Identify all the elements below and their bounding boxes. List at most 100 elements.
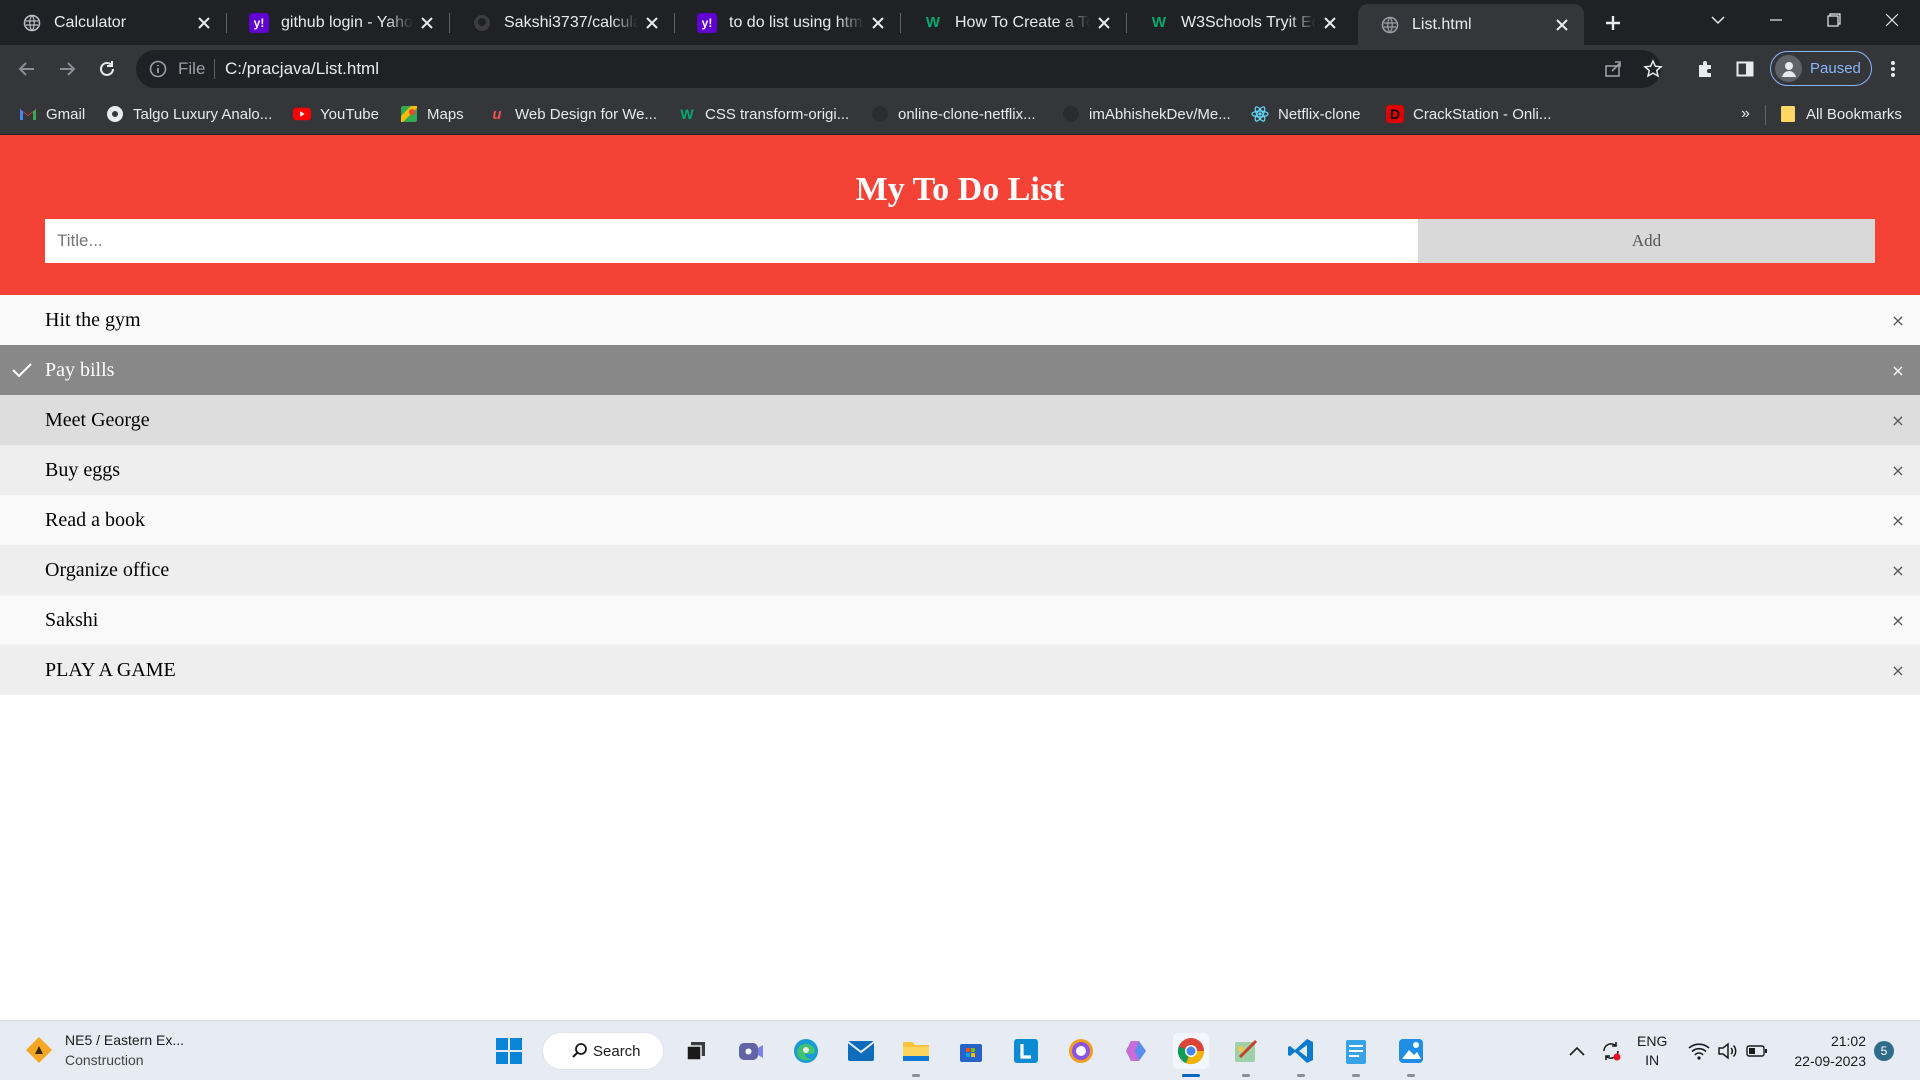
bookmark-web-design[interactable]: u Web Design for We... [488, 102, 657, 126]
language-indicator[interactable]: ENG IN [1637, 1021, 1667, 1080]
close-icon[interactable]: × [1884, 556, 1912, 584]
bookmark-crackstation[interactable]: D CrackStation - Onli... [1386, 102, 1551, 126]
windows-taskbar: NE5 / Eastern Ex... Construction Search … [0, 1020, 1920, 1080]
todo-item[interactable]: PLAY A GAME × [0, 645, 1920, 695]
bookmark-maps[interactable]: Maps [400, 102, 464, 126]
edge-icon[interactable] [788, 1033, 824, 1069]
bookmarks-overflow-button[interactable]: » [1741, 102, 1750, 126]
todo-title-input[interactable] [45, 219, 1418, 263]
close-icon[interactable]: × [1884, 506, 1912, 534]
todo-item[interactable]: Sakshi × [0, 595, 1920, 645]
react-icon [1251, 105, 1269, 123]
extensions-icon[interactable] [1689, 53, 1721, 85]
tab-close-icon[interactable] [864, 9, 892, 37]
notepad-icon[interactable] [1338, 1033, 1374, 1069]
volume-icon[interactable] [1717, 1021, 1739, 1080]
bookmark-gmail[interactable]: Gmail [19, 102, 85, 126]
photos-icon[interactable] [1393, 1033, 1429, 1069]
app-circle-icon[interactable] [1063, 1033, 1099, 1069]
clock-time: 21:02 [1830, 1033, 1866, 1049]
todo-item[interactable]: Read a book × [0, 495, 1920, 545]
todo-item[interactable]: Pay bills × [0, 345, 1920, 395]
tab-close-icon[interactable] [1548, 11, 1576, 39]
url-text[interactable]: C:/pracjava/List.html [225, 59, 379, 79]
bookmarks-overflow-label: » [1741, 105, 1750, 122]
tab-close-icon[interactable] [638, 9, 666, 37]
close-icon[interactable]: × [1884, 606, 1912, 634]
file-explorer-icon[interactable] [898, 1033, 934, 1069]
globe-icon [22, 13, 42, 33]
close-icon[interactable]: × [1884, 356, 1912, 384]
tab-calculator[interactable]: Calculator [0, 0, 226, 45]
address-bar[interactable]: File C:/pracjava/List.html [136, 50, 1663, 88]
todo-item[interactable]: Buy eggs × [0, 445, 1920, 495]
profile-button[interactable]: Paused [1770, 51, 1872, 86]
store-icon[interactable] [953, 1033, 989, 1069]
bookmark-youtube[interactable]: YouTube [293, 102, 379, 126]
language-line-1: ENG [1637, 1033, 1668, 1049]
side-panel-icon[interactable] [1729, 53, 1761, 85]
teams-icon[interactable] [733, 1033, 769, 1069]
tab-todo-search[interactable]: y! to do list using html css [675, 0, 900, 45]
all-bookmarks-button[interactable]: All Bookmarks [1779, 102, 1902, 126]
tab-github-calculator[interactable]: Sakshi3737/calculator [450, 0, 674, 45]
new-tab-button[interactable] [1597, 7, 1629, 39]
tab-github-login[interactable]: y! github login - Yahoo Search Results [227, 0, 449, 45]
todo-item[interactable]: Organize office × [0, 545, 1920, 595]
taskbar-search-label: Search [593, 1042, 641, 1060]
weather-widget[interactable]: NE5 / Eastern Ex... Construction [24, 1030, 184, 1070]
bookmark-netflix-clone[interactable]: Netflix-clone [1251, 102, 1361, 126]
restore-button[interactable] [1806, 0, 1862, 40]
vscode-icon[interactable] [1283, 1033, 1319, 1069]
tab-title: Sakshi3737/calculator [504, 13, 638, 31]
paint-icon[interactable] [1228, 1033, 1264, 1069]
running-indicator [912, 1074, 920, 1077]
task-view-icon[interactable] [678, 1033, 714, 1069]
back-button[interactable] [11, 53, 43, 85]
tab-close-icon[interactable] [1090, 9, 1118, 37]
close-icon[interactable]: × [1884, 406, 1912, 434]
tray-overflow-chevron-icon[interactable] [1569, 1021, 1585, 1080]
close-icon[interactable]: × [1884, 456, 1912, 484]
notification-badge[interactable]: 5 [1874, 1041, 1894, 1061]
todo-item-text: PLAY A GAME [45, 658, 176, 681]
share-icon[interactable] [1603, 59, 1623, 84]
todo-item-text: Meet George [45, 408, 150, 431]
bookmark-talgo[interactable]: Talgo Luxury Analo... [106, 102, 272, 126]
forward-button[interactable] [51, 53, 83, 85]
chrome-icon[interactable] [1173, 1033, 1209, 1069]
todo-item[interactable]: Meet George × [0, 395, 1920, 445]
tab-close-icon[interactable] [1316, 9, 1344, 37]
tab-close-icon[interactable] [413, 9, 441, 37]
start-icon[interactable] [491, 1033, 527, 1069]
info-icon[interactable] [148, 59, 168, 79]
todo-item[interactable]: Hit the gym × [0, 295, 1920, 345]
mail-icon[interactable] [843, 1033, 879, 1069]
taskbar-search[interactable]: Search [542, 1032, 664, 1070]
close-icon[interactable]: × [1884, 656, 1912, 684]
bookmark-star-icon[interactable] [1643, 59, 1663, 84]
tab-tryit-editor[interactable]: W W3Schools Tryit Editor [1127, 0, 1352, 45]
add-button[interactable]: Add [1418, 219, 1875, 263]
copilot-icon[interactable] [1118, 1033, 1154, 1069]
bookmark-label: Web Design for We... [515, 105, 658, 123]
wifi-icon[interactable] [1688, 1021, 1710, 1080]
menu-kebab-icon[interactable] [1877, 53, 1909, 85]
bookmark-css-transform[interactable]: W CSS transform-origi... [678, 102, 849, 126]
reload-button[interactable] [91, 53, 123, 85]
tab-search-chevron-icon[interactable] [1690, 0, 1746, 40]
tab-close-icon[interactable] [190, 9, 218, 37]
tab-list-html[interactable]: List.html [1358, 4, 1584, 45]
bookmark-imabhishekdev[interactable]: imAbhishekDev/Me... [1062, 102, 1231, 126]
close-window-button[interactable] [1864, 0, 1920, 40]
system-clock[interactable]: 21:02 22-09-2023 [1780, 1031, 1866, 1071]
l-app-icon[interactable] [1008, 1033, 1044, 1069]
tab-how-to-todo[interactable]: W How To Create a To Do List [901, 0, 1126, 45]
bookmark-online-clone-netflix[interactable]: online-clone-netflix... [871, 102, 1036, 126]
bookmark-label: Maps [427, 105, 464, 123]
minimize-button[interactable] [1748, 0, 1804, 40]
sync-icon[interactable] [1600, 1021, 1622, 1080]
globe-icon [106, 105, 124, 123]
battery-icon[interactable] [1746, 1021, 1768, 1080]
close-icon[interactable]: × [1884, 306, 1912, 334]
